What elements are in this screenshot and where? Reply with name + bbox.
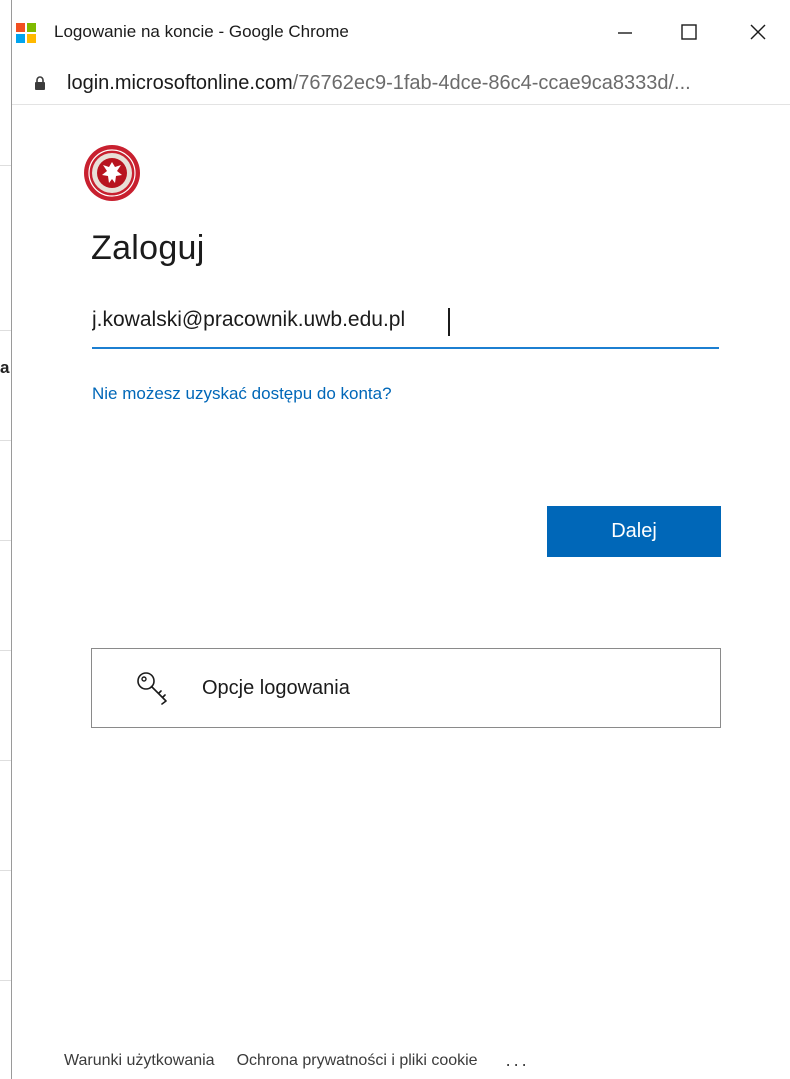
- url-host: login.microsoftonline.com: [67, 72, 293, 94]
- background-divider: [0, 440, 11, 441]
- page-title: Zaloguj: [91, 229, 205, 267]
- microsoft-logo-icon: [16, 23, 36, 43]
- background-divider: [0, 650, 11, 651]
- url-text[interactable]: login.microsoftonline.com/76762ec9-1fab-…: [67, 72, 691, 95]
- lock-icon: [35, 76, 45, 90]
- key-icon: [137, 672, 167, 705]
- minimize-icon: [618, 32, 632, 34]
- background-divider: [0, 165, 11, 166]
- footer: Warunki użytkowania Ochrona prywatności …: [64, 1050, 530, 1071]
- terms-of-use-link[interactable]: Warunki użytkowania: [64, 1052, 215, 1070]
- email-field-wrapper: [92, 297, 719, 349]
- more-options-button[interactable]: ...: [506, 1050, 530, 1071]
- chrome-popup-window: Logowanie na koncie - Google Chrome logi…: [11, 0, 790, 1079]
- signin-page: Zaloguj Nie możesz uzyskać dostępu do ko…: [12, 105, 790, 1079]
- window-title: Logowanie na koncie - Google Chrome: [54, 22, 349, 41]
- close-icon: [750, 24, 766, 40]
- privacy-cookies-link[interactable]: Ochrona prywatności i pliki cookie: [237, 1052, 478, 1070]
- address-bar[interactable]: login.microsoftonline.com/76762ec9-1fab-…: [12, 62, 790, 105]
- background-divider: [0, 330, 11, 331]
- background-char: a: [0, 358, 10, 377]
- next-button[interactable]: Dalej: [547, 506, 721, 557]
- university-seal-icon: [84, 145, 140, 201]
- background-divider: [0, 980, 11, 981]
- maximize-icon: [681, 24, 697, 40]
- minimize-button[interactable]: [597, 14, 653, 50]
- signin-options-button[interactable]: Opcje logowania: [91, 648, 721, 728]
- background-divider: [0, 870, 11, 871]
- maximize-button[interactable]: [661, 14, 717, 50]
- email-field[interactable]: [92, 297, 719, 343]
- url-path: /76762ec9-1fab-4dce-86c4-ccae9ca8333d/..…: [292, 72, 691, 94]
- background-divider: [0, 760, 11, 761]
- background-divider: [0, 540, 11, 541]
- text-caret: [448, 308, 450, 336]
- signin-options-label: Opcje logowania: [202, 677, 350, 699]
- close-button[interactable]: [730, 14, 786, 50]
- cant-access-account-link[interactable]: Nie możesz uzyskać dostępu do konta?: [92, 384, 392, 404]
- title-bar[interactable]: Logowanie na koncie - Google Chrome: [12, 0, 790, 62]
